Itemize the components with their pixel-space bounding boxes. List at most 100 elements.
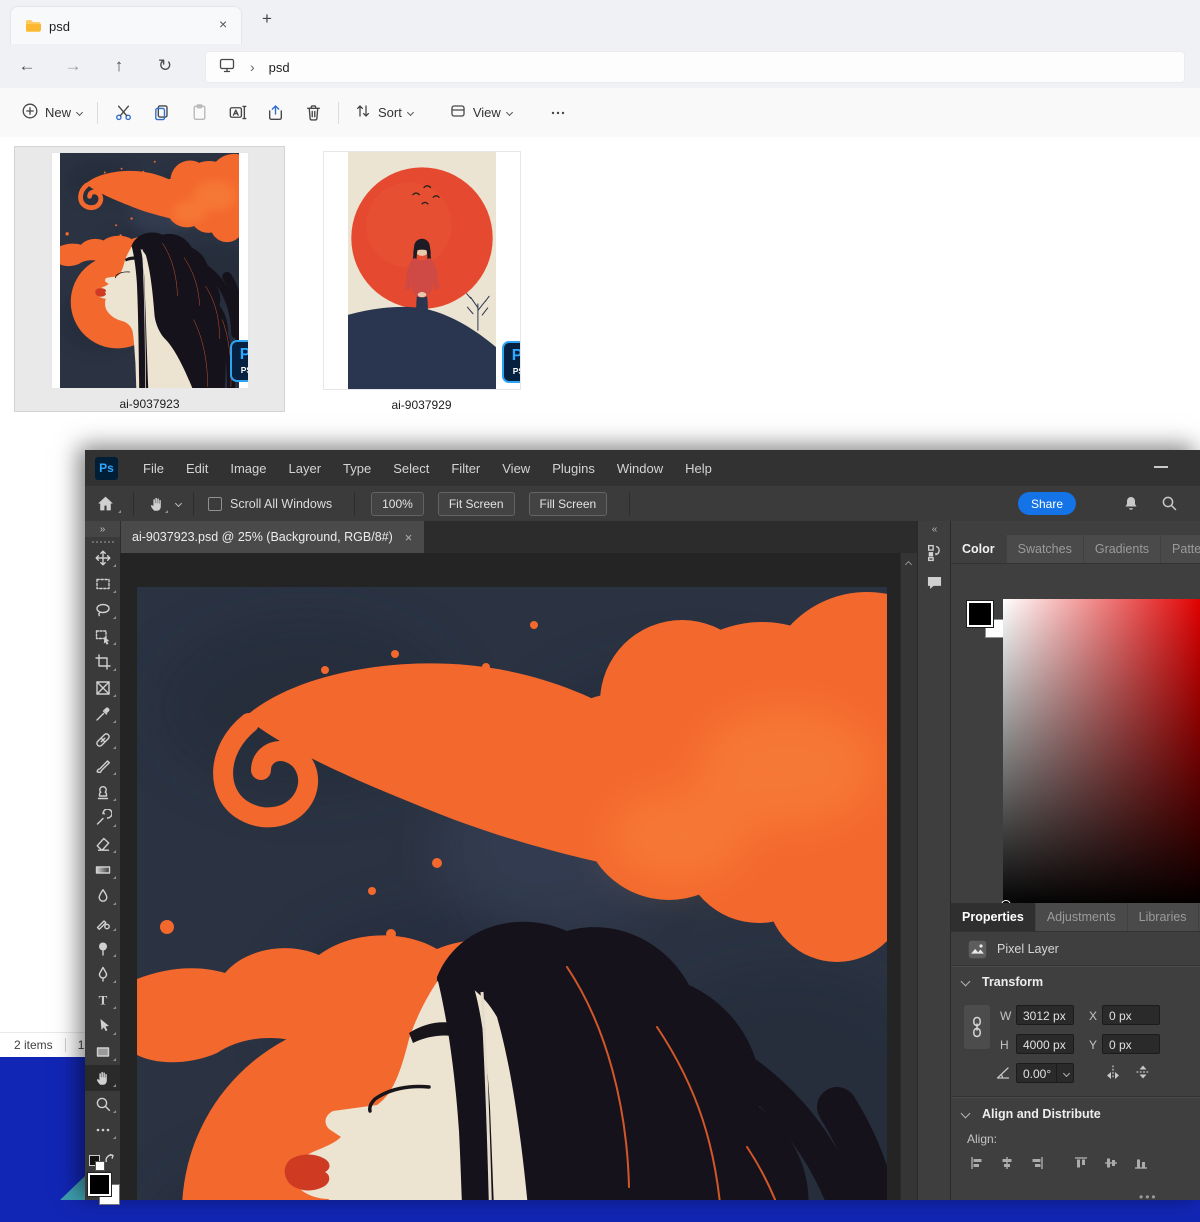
cut-icon[interactable]: [104, 103, 142, 122]
color-picker-field[interactable]: [1003, 599, 1200, 909]
object-selection-tool[interactable]: [85, 623, 120, 649]
align-vertical-centers-icon[interactable]: [1103, 1155, 1119, 1176]
new-button[interactable]: New: [12, 98, 91, 128]
brush-tool[interactable]: [85, 753, 120, 779]
tab-patterns[interactable]: Patterns: [1161, 535, 1200, 563]
tab-gradients[interactable]: Gradients: [1084, 535, 1161, 563]
foreground-background-swatches[interactable]: [88, 1173, 118, 1203]
sort-button[interactable]: Sort: [345, 98, 422, 128]
copy-icon[interactable]: [142, 103, 180, 122]
home-icon[interactable]: [85, 491, 125, 517]
transform-collapse-icon[interactable]: [961, 977, 971, 987]
dodge-tool[interactable]: [85, 935, 120, 961]
rectangle-tool[interactable]: [85, 1039, 120, 1065]
align-left-edges-icon[interactable]: [969, 1155, 985, 1176]
up-icon[interactable]: ↑: [102, 56, 136, 76]
align-more-icon[interactable]: •••: [1139, 1190, 1158, 1204]
link-dimensions-button[interactable]: [964, 1005, 990, 1049]
default-colors-icon[interactable]: [89, 1153, 116, 1169]
zoom-tool[interactable]: [85, 1091, 120, 1117]
version-history-icon[interactable]: [918, 537, 951, 567]
share-button[interactable]: Share: [1018, 492, 1076, 515]
blur-tool[interactable]: [85, 883, 120, 909]
align-bottom-edges-icon[interactable]: [1133, 1155, 1149, 1176]
angle-dropdown[interactable]: [1056, 1063, 1075, 1083]
gradient-tool[interactable]: [85, 857, 120, 883]
menu-help[interactable]: Help: [674, 461, 723, 476]
y-field[interactable]: 0 px: [1102, 1034, 1160, 1054]
file-tile[interactable]: Ps PSD ai-9037929: [300, 146, 543, 412]
hand-tool[interactable]: [85, 1065, 120, 1091]
view-button[interactable]: View: [440, 98, 521, 128]
new-tab-icon[interactable]: +: [262, 9, 272, 29]
search-icon[interactable]: [1160, 494, 1178, 517]
align-collapse-icon[interactable]: [961, 1109, 971, 1119]
menu-filter[interactable]: Filter: [440, 461, 491, 476]
file-tile-selected[interactable]: Ps PSD ai-9037923: [14, 146, 285, 412]
fit-screen-button[interactable]: Fit Screen: [438, 492, 515, 516]
more-options-icon[interactable]: [539, 104, 577, 122]
canvas-scrollbar[interactable]: [900, 553, 918, 1200]
marquee-tool[interactable]: [85, 571, 120, 597]
toolbar-grip[interactable]: [92, 541, 114, 543]
flip-horizontal-icon[interactable]: [1104, 1063, 1122, 1086]
menu-view[interactable]: View: [491, 461, 541, 476]
width-field[interactable]: 3012 px: [1016, 1005, 1074, 1025]
clone-stamp-tool[interactable]: [85, 779, 120, 805]
history-brush-tool[interactable]: [85, 805, 120, 831]
foreground-swatch[interactable]: [967, 601, 993, 627]
align-right-edges-icon[interactable]: [1029, 1155, 1045, 1176]
tab-color[interactable]: Color: [951, 535, 1007, 563]
more-tool[interactable]: [85, 1117, 120, 1143]
tab-properties[interactable]: Properties: [951, 903, 1036, 931]
align-horizontal-centers-icon[interactable]: [999, 1155, 1015, 1176]
menu-edit[interactable]: Edit: [175, 461, 219, 476]
canvas-area[interactable]: [120, 553, 900, 1200]
eraser-tool[interactable]: [85, 831, 120, 857]
height-field[interactable]: 4000 px: [1016, 1034, 1074, 1054]
crop-tool[interactable]: [85, 649, 120, 675]
menu-window[interactable]: Window: [606, 461, 674, 476]
back-icon[interactable]: ←: [10, 56, 44, 76]
explorer-tab[interactable]: psd ×: [10, 6, 242, 45]
type-tool[interactable]: T: [85, 987, 120, 1013]
share-icon[interactable]: [256, 103, 294, 122]
pen-tool[interactable]: [85, 961, 120, 987]
collapse-panels-button[interactable]: «: [918, 521, 951, 537]
hand-tool-options-icon[interactable]: [142, 491, 172, 517]
zoom-100-button[interactable]: 100%: [371, 492, 424, 516]
tab-swatches[interactable]: Swatches: [1007, 535, 1084, 563]
align-top-edges-icon[interactable]: [1073, 1155, 1089, 1176]
toolbar-collapse-icon[interactable]: »: [85, 521, 120, 537]
lasso-tool[interactable]: [85, 597, 120, 623]
comments-icon[interactable]: [918, 567, 951, 597]
scroll-all-windows-checkbox[interactable]: [208, 497, 222, 511]
forward-icon[interactable]: →: [56, 56, 90, 76]
menu-layer[interactable]: Layer: [278, 461, 333, 476]
fill-screen-button[interactable]: Fill Screen: [529, 492, 608, 516]
tab-close-icon[interactable]: ×: [219, 16, 227, 32]
minimize-button[interactable]: [1154, 466, 1168, 468]
menu-select[interactable]: Select: [382, 461, 440, 476]
eyedropper-tool[interactable]: [85, 701, 120, 727]
tab-adjustments[interactable]: Adjustments: [1036, 903, 1128, 931]
refresh-icon[interactable]: ↻: [148, 56, 182, 76]
scroll-up-icon[interactable]: [905, 561, 912, 568]
healing-brush-tool[interactable]: [85, 727, 120, 753]
delete-icon[interactable]: [294, 103, 332, 122]
move-tool[interactable]: [85, 545, 120, 571]
document-close-icon[interactable]: ×: [405, 530, 413, 545]
chevron-down-icon[interactable]: [175, 500, 182, 507]
menu-image[interactable]: Image: [219, 461, 277, 476]
x-field[interactable]: 0 px: [1102, 1005, 1160, 1025]
frame-tool[interactable]: [85, 675, 120, 701]
path-selection-tool[interactable]: [85, 1013, 120, 1039]
tab-libraries[interactable]: Libraries: [1128, 903, 1199, 931]
bell-icon[interactable]: [1122, 494, 1140, 517]
document-tab[interactable]: ai-9037923.psd @ 25% (Background, RGB/8#…: [120, 521, 424, 553]
rename-icon[interactable]: [218, 103, 256, 122]
menu-file[interactable]: File: [132, 461, 175, 476]
mixer-brush-tool[interactable]: [85, 909, 120, 935]
menu-plugins[interactable]: Plugins: [541, 461, 606, 476]
menu-type[interactable]: Type: [332, 461, 382, 476]
